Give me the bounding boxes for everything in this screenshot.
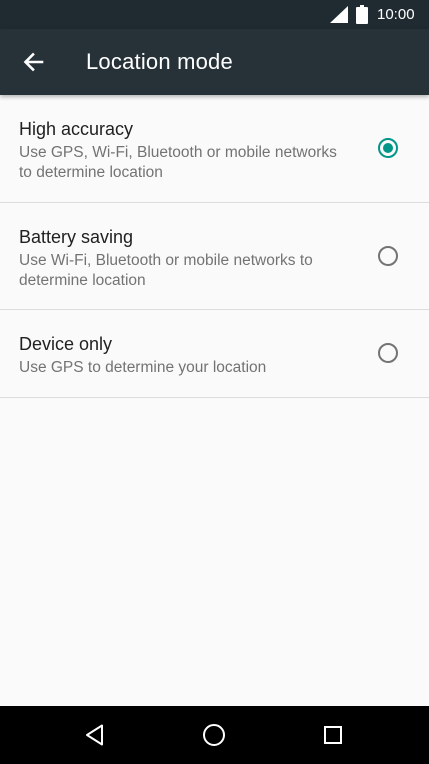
radio-button-checked[interactable] <box>378 138 398 158</box>
option-label: High accuracy <box>19 119 134 139</box>
navigation-bar <box>0 706 429 764</box>
option-label: Battery saving <box>19 227 134 247</box>
option-texts: Battery saving Use Wi-Fi, Bluetooth or m… <box>19 226 349 291</box>
radio-button[interactable] <box>378 343 398 363</box>
cell-signal-icon <box>330 6 348 23</box>
option-texts: Device only Use GPS to determine your lo… <box>19 333 349 378</box>
location-mode-list: High accuracy Use GPS, Wi-Fi, Bluetooth … <box>0 95 429 398</box>
home-circle-icon[interactable] <box>199 720 229 750</box>
status-time: 10:00 <box>377 6 415 23</box>
battery-icon <box>356 5 368 24</box>
arrow-left-icon[interactable] <box>18 47 48 77</box>
status-bar: 10:00 <box>0 0 429 29</box>
option-summary: Use GPS to determine your location <box>19 359 267 376</box>
app-bar: Location mode <box>0 29 429 95</box>
option-battery-saving[interactable]: Battery saving Use Wi-Fi, Bluetooth or m… <box>0 203 429 310</box>
recents-square-icon[interactable] <box>318 720 348 750</box>
option-label: Device only <box>19 334 113 354</box>
back-triangle-icon[interactable] <box>80 720 110 750</box>
option-high-accuracy[interactable]: High accuracy Use GPS, Wi-Fi, Bluetooth … <box>0 95 429 203</box>
option-device-only[interactable]: Device only Use GPS to determine your lo… <box>0 310 429 398</box>
page-title: Location mode <box>86 49 233 74</box>
option-summary: Use GPS, Wi-Fi, Bluetooth or mobile netw… <box>19 144 337 181</box>
option-summary: Use Wi-Fi, Bluetooth or mobile networks … <box>19 252 313 289</box>
option-texts: High accuracy Use GPS, Wi-Fi, Bluetooth … <box>19 118 349 183</box>
radio-button[interactable] <box>378 246 398 266</box>
